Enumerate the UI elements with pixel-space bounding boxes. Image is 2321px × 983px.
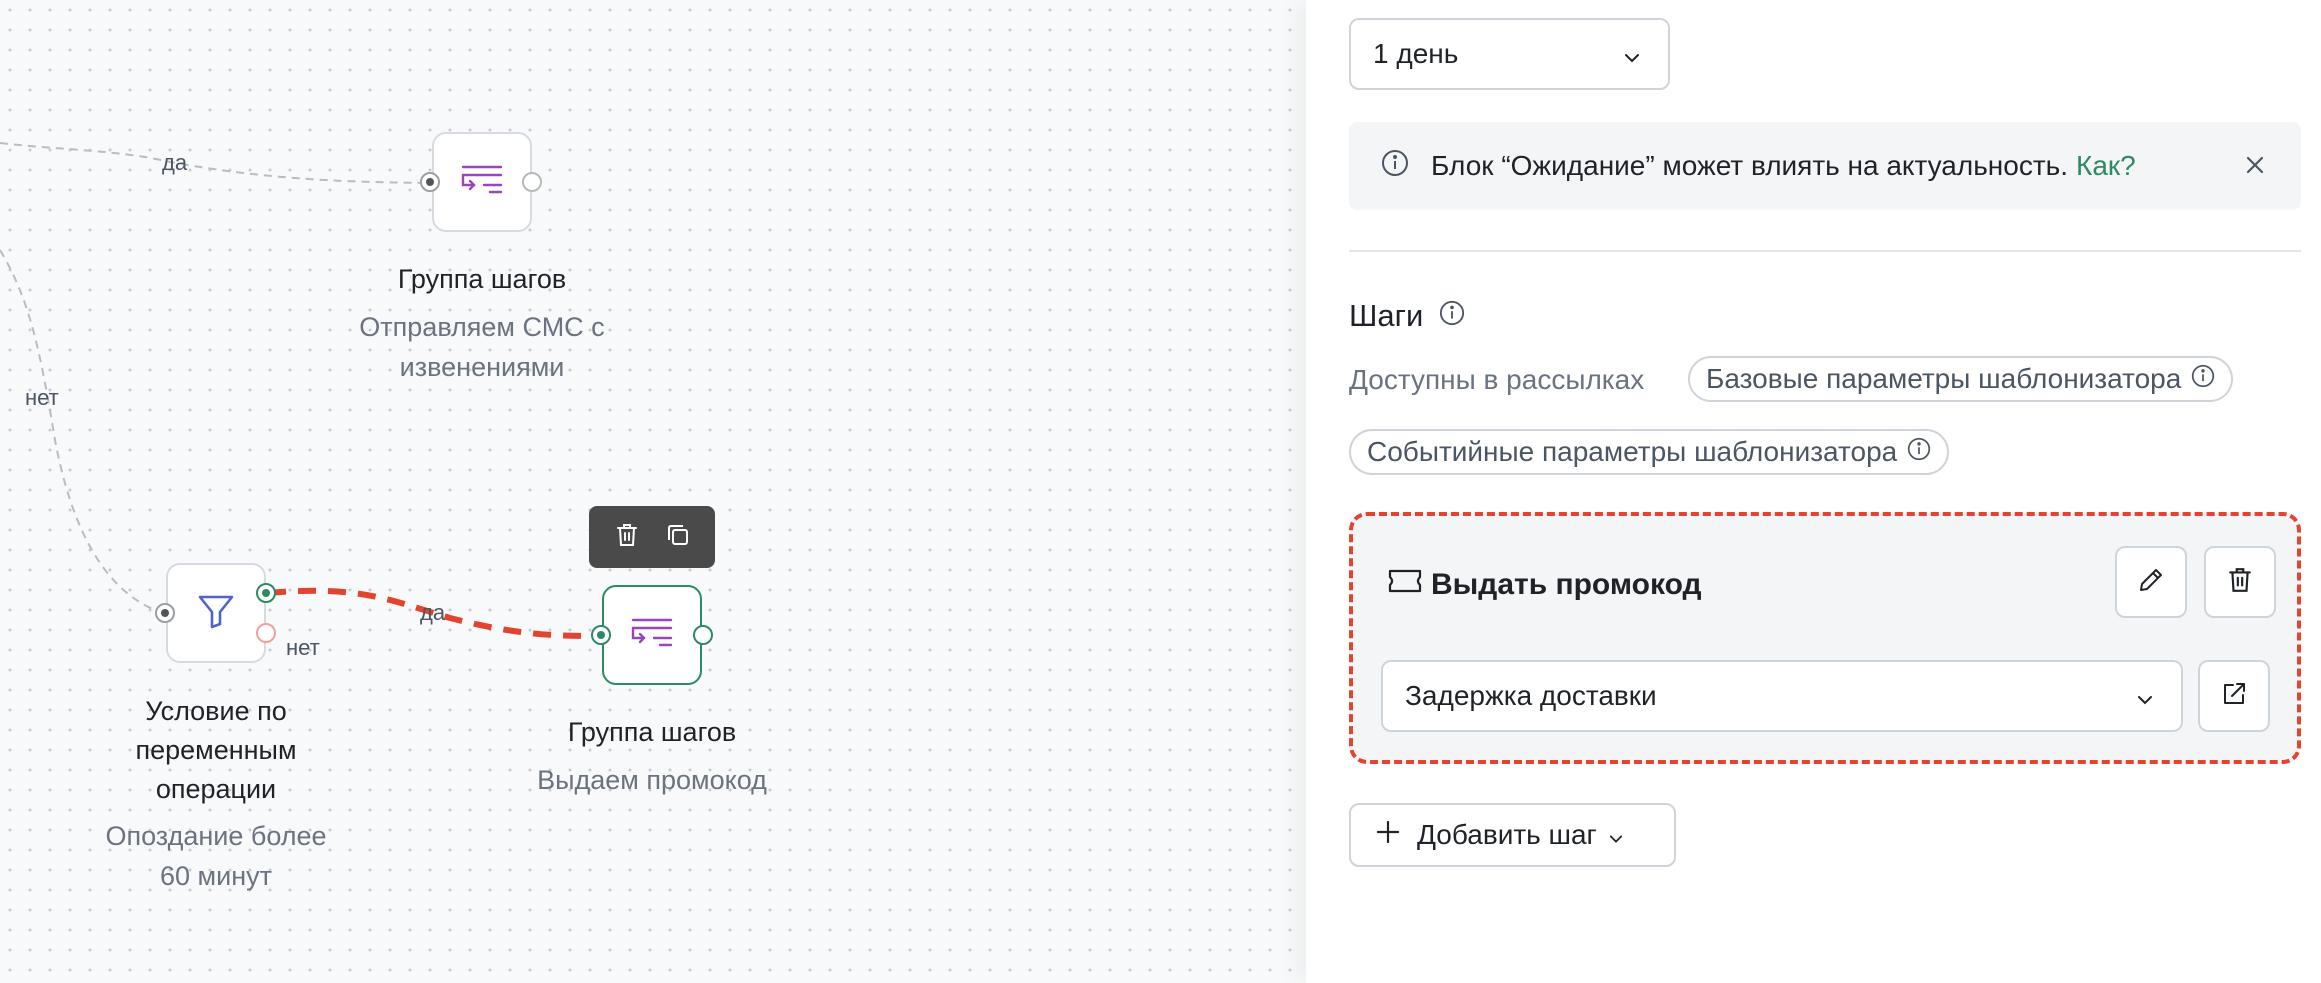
chevron-down-icon (1609, 819, 1623, 851)
step-title-label: Выдать промокод (1431, 568, 1702, 601)
delay-select-value: 1 день (1373, 38, 1459, 69)
workflow-canvas[interactable]: да нет да нет Группа шагов Отправляем СМ… (0, 0, 1306, 983)
ticket-icon (1387, 568, 1423, 602)
copy-icon (666, 523, 690, 552)
add-step-label: Добавить шаг (1417, 819, 1597, 850)
info-icon[interactable] (1439, 298, 1465, 334)
node-group-promo-output-port[interactable] (693, 625, 713, 645)
info-banner: Блок “Ожидание” может влиять на актуальн… (1349, 122, 2301, 210)
node-group-promo-input-port[interactable] (591, 625, 611, 645)
steps-title-label: Шаги (1349, 298, 1424, 333)
plus-icon (1375, 819, 1401, 852)
promo-select-value: Задержка доставки (1405, 680, 1657, 711)
properties-panel: 1 день Блок “Ожидание” может влиять на а… (1306, 0, 2321, 983)
edge-yes-top[interactable] (0, 142, 431, 184)
steps-section-title: Шаги (1349, 298, 1465, 334)
add-step-button[interactable]: Добавить шаг (1349, 803, 1676, 867)
node-condition-subtitle-1: Опоздание более (105, 821, 327, 851)
node-group-sms-subtitle-1: Отправляем СМС с (359, 312, 605, 342)
node-toolbar (589, 506, 715, 568)
node-group-promo-title: Группа шагов (567, 717, 737, 747)
copy-node-button[interactable] (658, 517, 698, 557)
info-banner-message: Блок “Ожидание” может влиять на актуальн… (1431, 150, 2069, 181)
available-label: Доступны в рассылках (1349, 364, 1645, 395)
edge-label-yes-top: да (162, 150, 188, 175)
trash-icon (2228, 567, 2252, 598)
node-group-sms-input-port[interactable] (420, 172, 440, 192)
trash-icon (616, 523, 638, 552)
chevron-down-icon (2137, 680, 2153, 712)
edge-label-no-left: нет (25, 385, 59, 410)
group-steps-icon (460, 163, 504, 202)
external-link-icon (2220, 680, 2248, 713)
divider (1349, 250, 2301, 252)
info-icon (1907, 436, 1931, 468)
node-condition-input-port[interactable] (155, 603, 175, 623)
chip-base-params[interactable]: Базовые параметры шаблонизатора (1688, 356, 2234, 402)
node-condition-title-3: операции (155, 774, 277, 804)
info-icon (1381, 149, 1409, 184)
delay-select[interactable]: 1 день (1349, 18, 1670, 90)
edit-step-button[interactable] (2115, 546, 2187, 618)
edge-no-left[interactable] (0, 249, 161, 613)
node-group-sms-subtitle-2: извенениями (399, 352, 565, 382)
chip-event-params-label: Событийные параметры шаблонизатора (1367, 436, 1898, 467)
edge-label-no-bottom: нет (286, 635, 320, 660)
info-icon (2191, 363, 2215, 395)
filter-icon (196, 591, 236, 636)
node-condition-subtitle-2: 60 минут (160, 861, 272, 891)
node-condition-title-1: Условие по (145, 696, 287, 726)
node-group-sms-output-port[interactable] (522, 172, 542, 192)
node-condition-no-port[interactable] (256, 623, 276, 643)
chevron-down-icon (1624, 38, 1640, 70)
node-group-sms[interactable] (432, 132, 532, 232)
edge-label-yes-bottom: да (420, 600, 446, 625)
node-group-promo[interactable] (602, 585, 702, 685)
delete-node-button[interactable] (607, 517, 647, 557)
chip-base-params-label: Базовые параметры шаблонизатора (1706, 363, 2182, 394)
promo-select[interactable]: Задержка доставки (1381, 660, 2183, 732)
chip-event-params[interactable]: Событийные параметры шаблонизатора (1349, 429, 1950, 475)
node-group-promo-subtitle: Выдаем промокод (537, 765, 767, 795)
node-condition-yes-port[interactable] (256, 583, 276, 603)
step-title: Выдать промокод (1387, 568, 1702, 602)
delete-step-button[interactable] (2204, 546, 2276, 618)
group-steps-icon (630, 616, 674, 655)
node-condition[interactable] (166, 563, 266, 663)
pencil-icon (2137, 566, 2165, 599)
open-external-button[interactable] (2198, 660, 2270, 732)
node-condition-title-2: переменным (135, 735, 297, 765)
node-group-sms-title: Группа шагов (397, 264, 567, 294)
info-banner-link[interactable]: Как? (2076, 150, 2136, 182)
close-icon[interactable] (2245, 150, 2265, 182)
step-card: Выдать промокод Задержка доставки (1349, 512, 2301, 764)
